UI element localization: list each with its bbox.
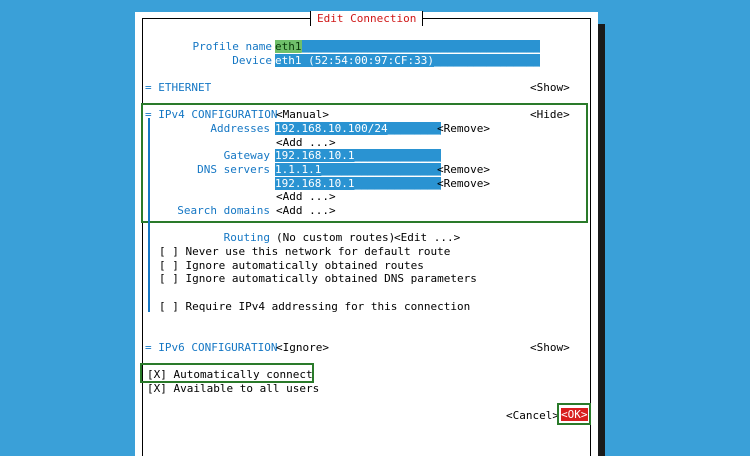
- ethernet-show-button[interactable]: <Show>: [530, 81, 570, 94]
- ipv6-show-button[interactable]: <Show>: [530, 341, 570, 354]
- addresses-label: Addresses: [210, 122, 270, 135]
- ignore-routes-checkbox[interactable]: [ ] Ignore automatically obtained routes: [159, 259, 424, 272]
- ignore-dns-checkbox[interactable]: [ ] Ignore automatically obtained DNS pa…: [159, 272, 477, 285]
- checkbox-label: Never use this network for default route: [185, 245, 451, 258]
- routing-edit-button[interactable]: <Edit ...>: [394, 231, 460, 244]
- never-default-route-checkbox[interactable]: [ ] Never use this network for default r…: [159, 245, 450, 258]
- dns-value-2: 192.168.10.1: [275, 177, 355, 190]
- add-address-button[interactable]: <Add ...>: [276, 136, 336, 149]
- checkbox-box: [X]: [147, 368, 167, 381]
- checkbox-label: Require IPv4 addressing for this connect…: [185, 300, 471, 313]
- checkbox-label: Available to all users: [173, 382, 320, 395]
- dns-input-2[interactable]: 192.168.10.1_____________: [275, 177, 441, 190]
- gateway-input[interactable]: 192.168.10.1_____________: [275, 149, 441, 162]
- dialog-shadow: [598, 24, 605, 456]
- add-dns-button[interactable]: <Add ...>: [276, 190, 336, 203]
- checkbox-box: [ ]: [159, 300, 179, 313]
- device-fill: ________________: [433, 54, 540, 67]
- search-domains-label: Search domains: [177, 204, 270, 217]
- ipv4-section-header[interactable]: = IPv4 CONFIGURATION: [145, 108, 277, 121]
- ipv4-section-bar: [148, 118, 150, 312]
- checkbox-label: Automatically connect: [173, 368, 313, 381]
- all-users-checkbox[interactable]: [X] Available to all users: [147, 382, 319, 395]
- dns-value-1: 1.1.1.1: [275, 163, 322, 176]
- checkbox-label: Ignore automatically obtained DNS parame…: [185, 272, 477, 285]
- ipv4-hide-button[interactable]: <Hide>: [530, 108, 570, 121]
- ipv6-section-header[interactable]: = IPv6 CONFIGURATION: [145, 341, 277, 354]
- checkbox-box: [ ]: [159, 259, 179, 272]
- routing-value: (No custom routes): [276, 231, 396, 244]
- dns-fill-2: _____________: [354, 177, 441, 190]
- gateway-fill: _____________: [354, 149, 441, 162]
- remove-address-button[interactable]: <Remove>: [437, 122, 490, 135]
- dns-fill-1: __________________: [321, 163, 441, 176]
- device-label: Device: [232, 54, 272, 67]
- checkbox-box: [X]: [147, 382, 167, 395]
- profile-name-label: Profile name: [192, 40, 272, 53]
- profile-name-input[interactable]: eth1____________________________________: [275, 40, 540, 53]
- address-input[interactable]: 192.168.10.100/24________: [275, 122, 441, 135]
- dialog-title: Edit Connection: [310, 11, 424, 26]
- ipv4-method-dropdown[interactable]: <Manual>: [276, 108, 329, 121]
- cancel-button[interactable]: <Cancel>: [506, 409, 559, 422]
- gateway-label: Gateway: [223, 149, 270, 162]
- add-search-domain-button[interactable]: <Add ...>: [276, 204, 336, 217]
- auto-connect-checkbox[interactable]: [X] Automatically connect: [147, 368, 313, 381]
- checkbox-box: [ ]: [159, 245, 179, 258]
- device-input[interactable]: eth1 (52:54:00:97:CF:33)________________: [275, 54, 540, 67]
- remove-dns-button-1[interactable]: <Remove>: [437, 163, 490, 176]
- dns-input-1[interactable]: 1.1.1.1__________________: [275, 163, 441, 176]
- checkbox-box: [ ]: [159, 272, 179, 285]
- gateway-value: 192.168.10.1: [275, 149, 355, 162]
- routing-label: Routing: [223, 231, 270, 244]
- profile-name-fill: ____________________________________: [301, 40, 540, 53]
- ethernet-section-header[interactable]: = ETHERNET: [145, 81, 211, 94]
- ok-button[interactable]: <OK>: [561, 408, 588, 421]
- require-ipv4-checkbox[interactable]: [ ] Require IPv4 addressing for this con…: [159, 300, 470, 313]
- device-value: eth1 (52:54:00:97:CF:33): [275, 54, 434, 67]
- remove-dns-button-2[interactable]: <Remove>: [437, 177, 490, 190]
- address-value: 192.168.10.100/24: [275, 122, 388, 135]
- text-cursor: eth1: [275, 40, 302, 53]
- ipv6-method-dropdown[interactable]: <Ignore>: [276, 341, 329, 354]
- address-fill: ________: [387, 122, 441, 135]
- checkbox-label: Ignore automatically obtained routes: [185, 259, 424, 272]
- dns-servers-label: DNS servers: [197, 163, 270, 176]
